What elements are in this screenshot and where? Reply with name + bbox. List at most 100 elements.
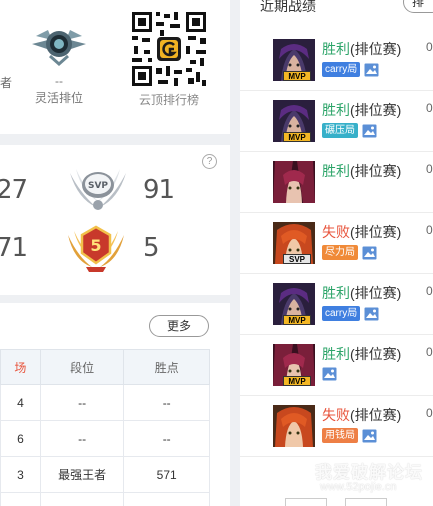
solo-rank-label: 者	[0, 76, 13, 90]
image-share-icon[interactable]	[364, 63, 379, 77]
image-share-icon[interactable]	[362, 429, 377, 443]
svp-badge: SVP	[283, 254, 311, 264]
champion-portrait[interactable]	[273, 161, 315, 203]
match-outcome: 胜利	[322, 41, 350, 57]
match-tag: 用钱局	[322, 428, 358, 443]
pager-button[interactable]	[345, 498, 387, 506]
match-tags: carry局	[322, 62, 379, 77]
match-mode: (排位赛)	[350, 407, 402, 423]
table-cell: 最强王者	[39, 456, 125, 493]
column-header: 场	[0, 349, 41, 385]
match-list: MVP 胜利(排位赛) carry局 0 MVP 胜利(排位赛) 碾压局 0 胜利(排位赛) 0 S…	[240, 30, 433, 457]
match-item[interactable]: 胜利(排位赛) 0	[240, 152, 433, 213]
match-tag: 碾压局	[322, 123, 358, 138]
qr-label: 云顶排行榜	[138, 93, 199, 107]
rank-card: 者 -- 灵活排位 云顶排行榜	[0, 0, 230, 134]
match-item[interactable]: MVP 胜利(排位赛) carry局 0	[240, 274, 433, 335]
champion-portrait[interactable]: MVP	[273, 100, 315, 142]
champion-portrait[interactable]: MVP	[273, 39, 315, 81]
svp-count: 91	[143, 175, 175, 205]
watermark-url: www.52pojie.cn	[320, 481, 397, 493]
mvp-badge: MVP	[283, 71, 311, 81]
more-button[interactable]: 更多	[149, 315, 209, 337]
table-cell: 3	[0, 456, 41, 493]
match-mode: (排位赛)	[350, 224, 402, 240]
match-tag: carry局	[322, 62, 361, 77]
table-cell: 571	[123, 456, 210, 493]
match-result: 胜利(排位赛)	[322, 344, 401, 364]
match-item[interactable]: MVP 胜利(排位赛) 0	[240, 335, 433, 396]
five-kill-badge-icon: 5	[68, 225, 124, 272]
pager-button[interactable]	[285, 498, 327, 506]
match-tag: carry局	[322, 306, 361, 321]
table-cell: --	[123, 420, 210, 457]
stat-left-bottom: 71	[0, 233, 28, 263]
match-outcome: 失败	[322, 224, 350, 240]
match-kda-partial: 0	[426, 40, 433, 54]
match-tags: carry局	[322, 306, 379, 321]
match-outcome: 胜利	[322, 102, 350, 118]
match-kda-partial: 0	[426, 223, 433, 237]
table-cell	[39, 492, 125, 506]
match-mode: (排位赛)	[350, 285, 402, 301]
match-filter-button[interactable]: 排	[403, 0, 433, 13]
image-share-icon[interactable]	[362, 246, 377, 260]
match-tags	[322, 367, 337, 381]
match-tag: 尽力局	[322, 245, 358, 260]
flex-rank-value: --	[55, 74, 63, 88]
table-cell: --	[39, 384, 125, 421]
match-kda-partial: 0	[426, 101, 433, 115]
match-kda-partial: 0	[426, 162, 433, 176]
watermark-text: 我爱破解论坛	[315, 463, 423, 482]
table-row: 3 最强王者 571	[0, 456, 210, 493]
table-cell: --	[39, 420, 125, 457]
table-cell: 4	[0, 384, 41, 421]
champion-portrait[interactable]	[273, 405, 315, 447]
match-kda-partial: 0	[426, 284, 433, 298]
mvp-badge: MVP	[283, 315, 311, 325]
champion-portrait[interactable]: MVP	[273, 283, 315, 325]
five-kill-count: 5	[143, 233, 160, 263]
table-cell: 0	[123, 492, 210, 506]
history-table-card: 更多 场 段位 胜点 4 -- -- 6 -- -- 3 最强王者 571	[0, 303, 230, 506]
match-tags: 用钱局	[322, 428, 377, 443]
match-item[interactable]: SVP 失败(排位赛) 尽力局 0	[240, 213, 433, 274]
image-share-icon[interactable]	[322, 367, 337, 381]
match-outcome: 胜利	[322, 346, 350, 362]
stat-left-top: 27	[0, 175, 28, 205]
table-cell	[0, 492, 41, 506]
champion-portrait[interactable]: SVP	[273, 222, 315, 264]
table-cell: --	[123, 384, 210, 421]
help-icon[interactable]: ?	[202, 154, 217, 169]
table-cell: 6	[0, 420, 41, 457]
match-tags: 碾压局	[322, 123, 377, 138]
match-result: 胜利(排位赛)	[322, 161, 401, 181]
flex-rank-label: 灵活排位	[34, 91, 83, 105]
column-header: 段位	[39, 349, 125, 385]
match-result: 胜利(排位赛)	[322, 39, 401, 59]
honor-card: ? 27 71 SVP 91 5 5	[0, 145, 230, 295]
svp-badge-text: SVP	[88, 181, 108, 191]
image-share-icon[interactable]	[364, 307, 379, 321]
match-outcome: 胜利	[322, 285, 350, 301]
image-share-icon[interactable]	[362, 124, 377, 138]
mvp-badge: MVP	[283, 376, 311, 386]
match-result: 失败(排位赛)	[322, 405, 401, 425]
match-item[interactable]: MVP 胜利(排位赛) 碾压局 0	[240, 91, 433, 152]
match-result: 胜利(排位赛)	[322, 283, 401, 303]
match-item[interactable]: 失败(排位赛) 用钱局 0	[240, 396, 433, 457]
match-mode: (排位赛)	[350, 163, 402, 179]
qr-code-icon[interactable]	[130, 10, 208, 88]
match-kda-partial: 0	[426, 345, 433, 359]
recent-matches-panel: 近期战绩 排 MVP 胜利(排位赛) carry局 0 MVP 胜利(排位赛) 碾压局 0 胜利…	[240, 0, 433, 506]
column-header: 胜点	[123, 349, 210, 385]
mvp-badge: MVP	[283, 132, 311, 142]
table-row: 6 -- --	[0, 420, 210, 457]
match-item[interactable]: MVP 胜利(排位赛) carry局 0	[240, 30, 433, 91]
match-result: 失败(排位赛)	[322, 222, 401, 242]
match-mode: (排位赛)	[350, 102, 402, 118]
rank-history-table: 场 段位 胜点 4 -- -- 6 -- -- 3 最强王者 571	[0, 349, 210, 506]
match-outcome: 失败	[322, 407, 350, 423]
champion-portrait[interactable]: MVP	[273, 344, 315, 386]
match-result: 胜利(排位赛)	[322, 100, 401, 120]
